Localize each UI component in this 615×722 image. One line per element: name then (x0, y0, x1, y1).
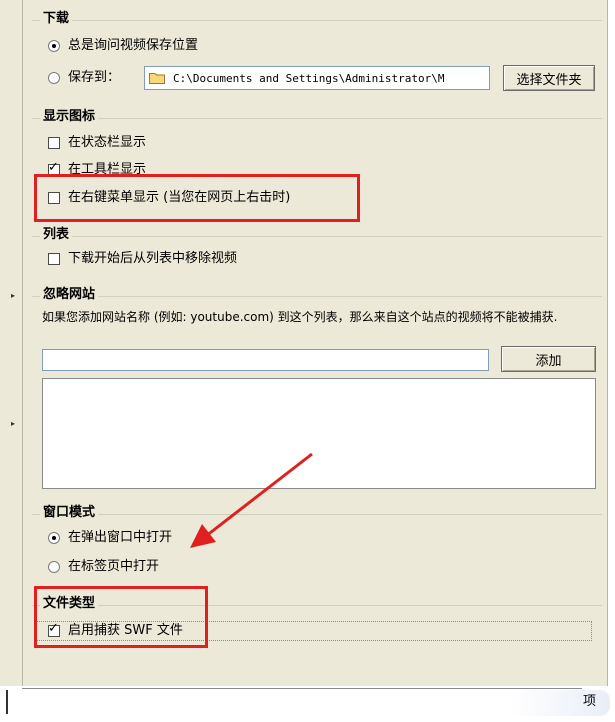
toolbar-checkbox[interactable]: ✓ (48, 160, 60, 176)
left-splitter[interactable]: ▸ ▸ (0, 0, 23, 686)
options-panel (22, 0, 608, 686)
popup-window-option[interactable]: 在弹出窗口中打开 (48, 530, 172, 546)
tab-option[interactable]: 在标签页中打开 (48, 559, 159, 575)
ask-location-label: 总是询问视频保存位置 (68, 38, 199, 53)
list-group-title: 列表 (40, 226, 73, 244)
popup-window-label: 在弹出窗口中打开 (68, 530, 173, 545)
expand-arrow-icon[interactable]: ▸ (11, 420, 15, 428)
capture-swf-checkbox[interactable]: ✓ (48, 621, 60, 637)
popup-window-radio[interactable] (48, 532, 60, 544)
bottom-partial-text: 项 (583, 694, 597, 709)
download-group-title: 下载 (40, 10, 73, 28)
red-arrow-annotation (190, 452, 313, 548)
tab-radio[interactable] (48, 561, 60, 573)
remove-from-list-option[interactable]: 下载开始后从列表中移除视频 (48, 251, 237, 267)
show-icon-group-title: 显示图标 (40, 108, 99, 126)
choose-folder-button[interactable]: 选择文件夹 (503, 65, 595, 91)
ask-location-option[interactable]: 总是询问视频保存位置 (48, 38, 198, 54)
remove-from-list-checkbox[interactable] (48, 253, 60, 265)
context-menu-checkbox[interactable] (48, 192, 60, 204)
save-to-label: 保存到： (68, 70, 121, 85)
status-bar-checkbox[interactable] (48, 137, 60, 149)
site-name-input[interactable] (42, 349, 489, 371)
status-bar-label: 在状态栏显示 (68, 135, 147, 150)
window-mode-group-title: 窗口模式 (40, 504, 99, 522)
toolbar-label: 在工具栏显示 (68, 162, 147, 177)
save-path-field[interactable]: C:\Documents and Settings\Administrator\… (144, 66, 490, 90)
context-menu-label: 在右键菜单显示 (当您在网页上右击时) (68, 190, 291, 205)
capture-swf-option[interactable]: ✓ 启用捕获 SWF 文件 (48, 621, 183, 639)
bottom-tick (6, 690, 8, 714)
tab-label: 在标签页中打开 (68, 559, 160, 574)
ask-location-radio[interactable] (48, 40, 60, 52)
checkmark-icon: ✓ (48, 160, 59, 175)
expand-arrow-icon[interactable]: ▸ (11, 292, 15, 300)
bottom-divider (22, 688, 582, 689)
context-menu-option[interactable]: 在右键菜单显示 (当您在网页上右击时) (48, 190, 290, 206)
add-site-button[interactable]: 添加 (501, 346, 596, 372)
folder-icon (149, 73, 165, 84)
ignore-sites-description: 如果您添加网站名称 (例如: youtube.com) 到这个列表，那么来自这个… (42, 310, 558, 324)
ignore-sites-group-title: 忽略网站 (40, 286, 99, 304)
checkmark-icon: ✓ (48, 621, 59, 636)
save-path-text: C:\Documents and Settings\Administrator\… (173, 71, 445, 85)
save-to-radio[interactable] (48, 72, 60, 84)
toolbar-option[interactable]: ✓ 在工具栏显示 (48, 160, 147, 178)
save-to-option[interactable]: 保存到： (48, 70, 120, 86)
file-types-group-title: 文件类型 (40, 595, 99, 613)
status-bar-option[interactable]: 在状态栏显示 (48, 135, 146, 151)
capture-swf-label: 启用捕获 SWF 文件 (68, 623, 183, 638)
remove-from-list-label: 下载开始后从列表中移除视频 (68, 251, 238, 266)
